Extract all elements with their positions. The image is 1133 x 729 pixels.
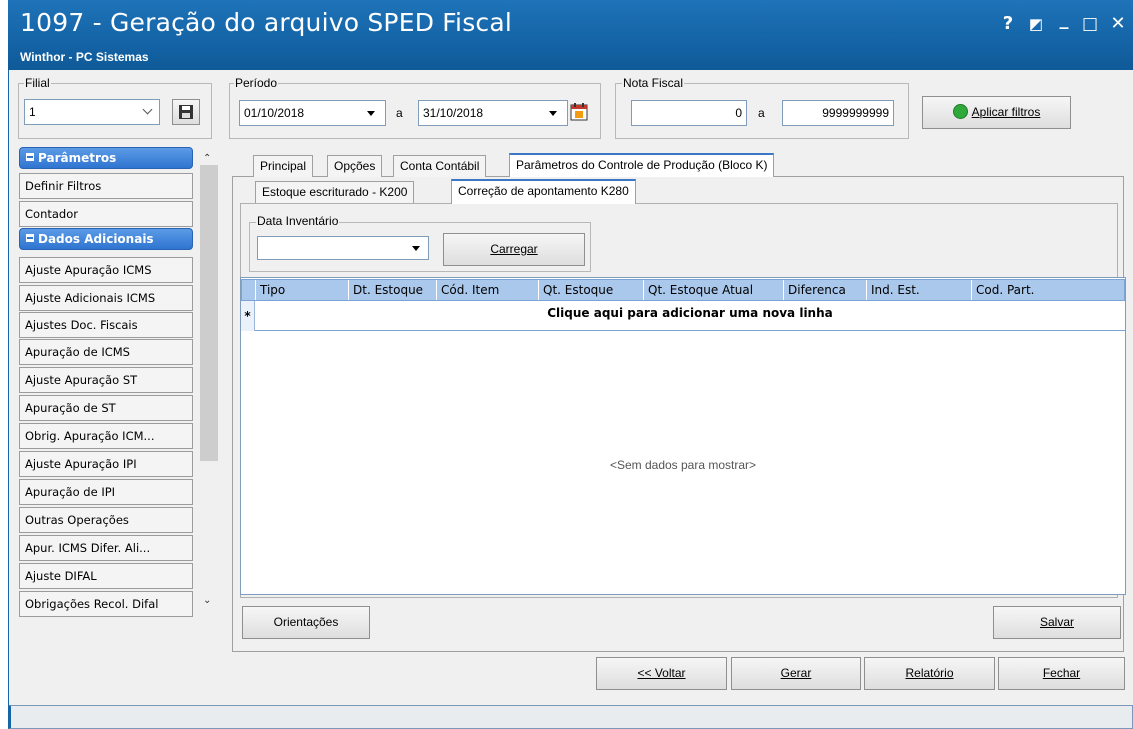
sidebar-item-apur-icms-difer-ali[interactable]: Apur. ICMS Difer. Ali...	[19, 535, 193, 561]
sidebar-item-ajuste-apuracao-ipi[interactable]: Ajuste Apuração IPI	[19, 451, 193, 477]
filial-select[interactable]: 1	[24, 99, 160, 125]
periodo-separator: a	[396, 106, 403, 120]
gerar-label: Gerar	[780, 666, 812, 680]
periodo-to-value: 31/10/2018	[423, 106, 484, 120]
carregar-button[interactable]: Carregar	[443, 233, 585, 266]
salvar-label: Salvar	[1039, 615, 1074, 629]
sidebar-item-obrig-apuracao-icms[interactable]: Obrig. Apuração ICM...	[19, 423, 193, 449]
restore-button[interactable]: ◩	[1026, 14, 1046, 34]
minimize-button[interactable]: _	[1054, 10, 1074, 30]
nota-fiscal-label: Nota Fiscal	[622, 76, 685, 90]
tab-opcoes[interactable]: Opções	[327, 155, 383, 177]
floppy-disk-icon	[179, 105, 193, 119]
check-circle-icon	[952, 104, 968, 120]
data-inventario-select[interactable]	[257, 236, 429, 260]
nota-fiscal-to-input[interactable]: 9999999999	[782, 100, 894, 126]
sidebar-item-apuracao-icms[interactable]: Apuração de ICMS	[19, 339, 193, 365]
fechar-label: Fechar	[1042, 666, 1081, 680]
relatorio-label: Relatório	[905, 666, 954, 680]
grid-header: Tipo Dt. Estoque Cód. Item Qt. Estoque Q…	[241, 279, 1125, 301]
maximize-button[interactable]: □	[1080, 14, 1100, 34]
col-header-qt-estoque[interactable]: Qt. Estoque	[539, 280, 644, 300]
sidebar-item-ajuste-difal[interactable]: Ajuste DIFAL	[19, 563, 193, 589]
status-bar	[8, 705, 1133, 729]
title-bar: 1097 - Geração do arquivo SPED Fiscal Wi…	[8, 0, 1133, 70]
fechar-button[interactable]: Fechar	[998, 657, 1125, 690]
window-subtitle: Winthor - PC Sistemas	[20, 50, 149, 64]
calendar-icon[interactable]	[569, 102, 591, 124]
periodo-label: Período	[234, 76, 279, 90]
salvar-button[interactable]: Salvar	[993, 606, 1121, 639]
data-inventario-label: Data Inventário	[256, 214, 340, 228]
col-header-dt-estoque[interactable]: Dt. Estoque	[349, 280, 437, 300]
col-header-cod-item[interactable]: Cód. Item	[437, 280, 539, 300]
periodo-from-value: 01/10/2018	[244, 106, 305, 120]
sidebar-item-apuracao-ipi[interactable]: Apuração de IPI	[19, 479, 193, 505]
periodo-from-date[interactable]: 01/10/2018	[239, 100, 386, 126]
close-button[interactable]: ✕	[1108, 14, 1128, 34]
dropdown-arrow-icon	[367, 111, 375, 116]
sidebar-item-ajustes-doc-fiscais[interactable]: Ajustes Doc. Fiscais	[19, 312, 193, 338]
new-row[interactable]: * Clique aqui para adicionar uma nova li…	[241, 301, 1125, 331]
nota-fiscal-from-input[interactable]: 0	[631, 100, 747, 126]
sidebar-item-contador[interactable]: Contador	[19, 201, 193, 227]
dropdown-arrow-icon	[412, 246, 420, 251]
voltar-label: << Voltar	[637, 666, 686, 680]
sidebar-item-ajuste-adicionais-icms[interactable]: Ajuste Adicionais ICMS	[19, 285, 193, 311]
filial-label: Filial	[24, 76, 51, 90]
subtab-k280[interactable]: Correção de apontamento K280	[451, 179, 636, 204]
scroll-up-icon[interactable]: ⌃	[203, 153, 211, 164]
collapse-icon	[26, 234, 34, 242]
sidebar-group-title: Dados Adicionais	[38, 232, 154, 246]
scroll-down-icon[interactable]: ⌄	[203, 595, 211, 606]
sidebar-group-title: Parâmetros	[38, 151, 117, 165]
sidebar-group-dados-adicionais[interactable]: Dados Adicionais	[19, 228, 193, 250]
sidebar-item-ajuste-apuracao-icms[interactable]: Ajuste Apuração ICMS	[19, 257, 193, 283]
carregar-label: Carregar	[490, 242, 538, 256]
tab-conta-contabil[interactable]: Conta Contábil	[393, 155, 487, 177]
nota-fiscal-separator: a	[758, 106, 765, 120]
voltar-button[interactable]: << Voltar	[596, 657, 727, 690]
subtab-k200[interactable]: Estoque escriturado - K200	[255, 181, 415, 203]
sidebar-scrollbar[interactable]: ⌃ ⌄	[197, 147, 221, 617]
orientacoes-button[interactable]: Orientações	[242, 606, 370, 639]
help-button[interactable]: ?	[998, 14, 1018, 34]
chevron-down-icon	[142, 104, 153, 115]
sidebar-item-outras-operacoes[interactable]: Outras Operações	[19, 507, 193, 533]
row-indicator-header	[242, 280, 256, 300]
col-header-qt-estoque-atual[interactable]: Qt. Estoque Atual	[644, 280, 784, 300]
new-row-text: Clique aqui para adicionar uma nova linh…	[547, 306, 833, 320]
apply-filters-label: Aplicar filtros	[971, 105, 1041, 119]
new-row-marker: *	[241, 301, 255, 331]
col-header-diferenca[interactable]: Diferenca	[784, 280, 867, 300]
tab-parametros-bloco-k[interactable]: Parâmetros do Controle de Produção (Bloc…	[509, 153, 775, 177]
sidebar-item-apuracao-st[interactable]: Apuração de ST	[19, 395, 193, 421]
save-filial-button[interactable]	[172, 99, 200, 125]
col-header-ind-est[interactable]: Ind. Est.	[867, 280, 972, 300]
col-header-tipo[interactable]: Tipo	[256, 280, 349, 300]
sidebar-group-parametros[interactable]: Parâmetros	[19, 147, 193, 169]
relatorio-button[interactable]: Relatório	[864, 657, 995, 690]
grid-empty-text: <Sem dados para mostrar>	[609, 458, 757, 472]
sidebar-item-definir-filtros[interactable]: Definir Filtros	[19, 173, 193, 199]
window-title: 1097 - Geração do arquivo SPED Fiscal	[20, 8, 513, 37]
filial-value: 1	[29, 105, 36, 119]
tab-principal[interactable]: Principal	[253, 155, 314, 177]
apply-filters-button[interactable]: Aplicar filtros	[922, 96, 1071, 129]
sidebar-item-obrigacoes-recol-difal[interactable]: Obrigações Recol. Difal	[19, 591, 193, 617]
sidebar-item-ajuste-apuracao-st[interactable]: Ajuste Apuração ST	[19, 367, 193, 393]
periodo-to-date[interactable]: 31/10/2018	[418, 100, 568, 126]
collapse-icon	[26, 153, 34, 161]
col-header-cod-part[interactable]: Cod. Part.	[972, 280, 1126, 300]
scrollbar-thumb[interactable]	[200, 165, 218, 461]
dropdown-arrow-icon	[549, 111, 557, 116]
gerar-button[interactable]: Gerar	[731, 657, 861, 690]
